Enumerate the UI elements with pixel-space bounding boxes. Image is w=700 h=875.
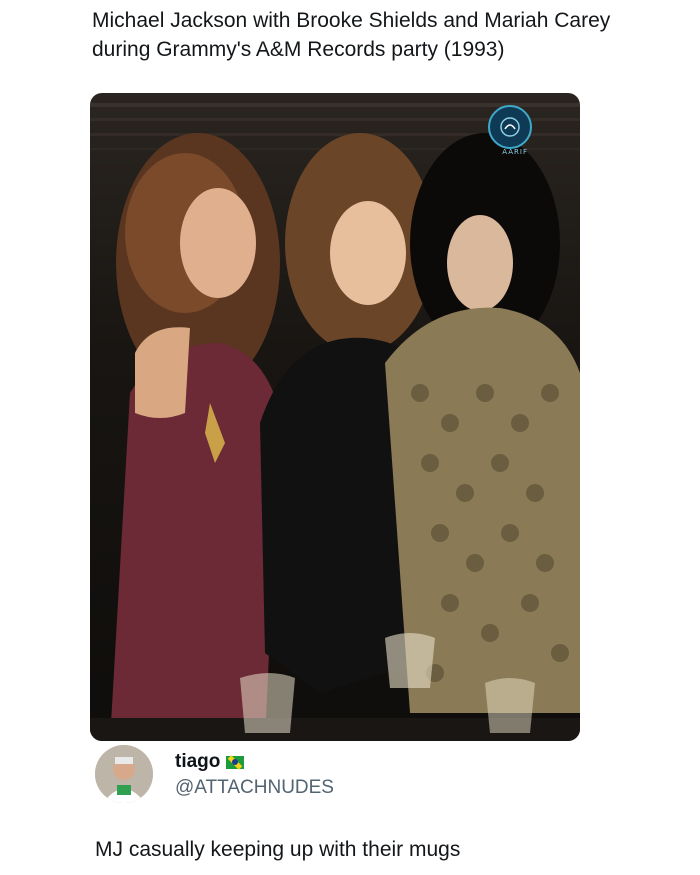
author-name-row: tiago	[175, 751, 245, 773]
avatar[interactable]	[95, 745, 153, 803]
watermark-logo-icon	[488, 105, 532, 149]
watermark-text: AARIF	[502, 148, 528, 156]
photo-illustration	[90, 103, 580, 741]
post-photo[interactable]: AARIF	[90, 93, 580, 741]
author-handle[interactable]: @ATTACHNUDES	[175, 777, 334, 799]
brazil-flag-icon	[226, 755, 245, 769]
post-caption: Michael Jackson with Brooke Shields and …	[92, 9, 611, 61]
tweet-text: MJ casually keeping up with their mugs	[95, 838, 461, 861]
author-block: tiago @ATTACHNUDES	[95, 745, 595, 805]
author-display-name[interactable]: tiago	[175, 751, 220, 773]
